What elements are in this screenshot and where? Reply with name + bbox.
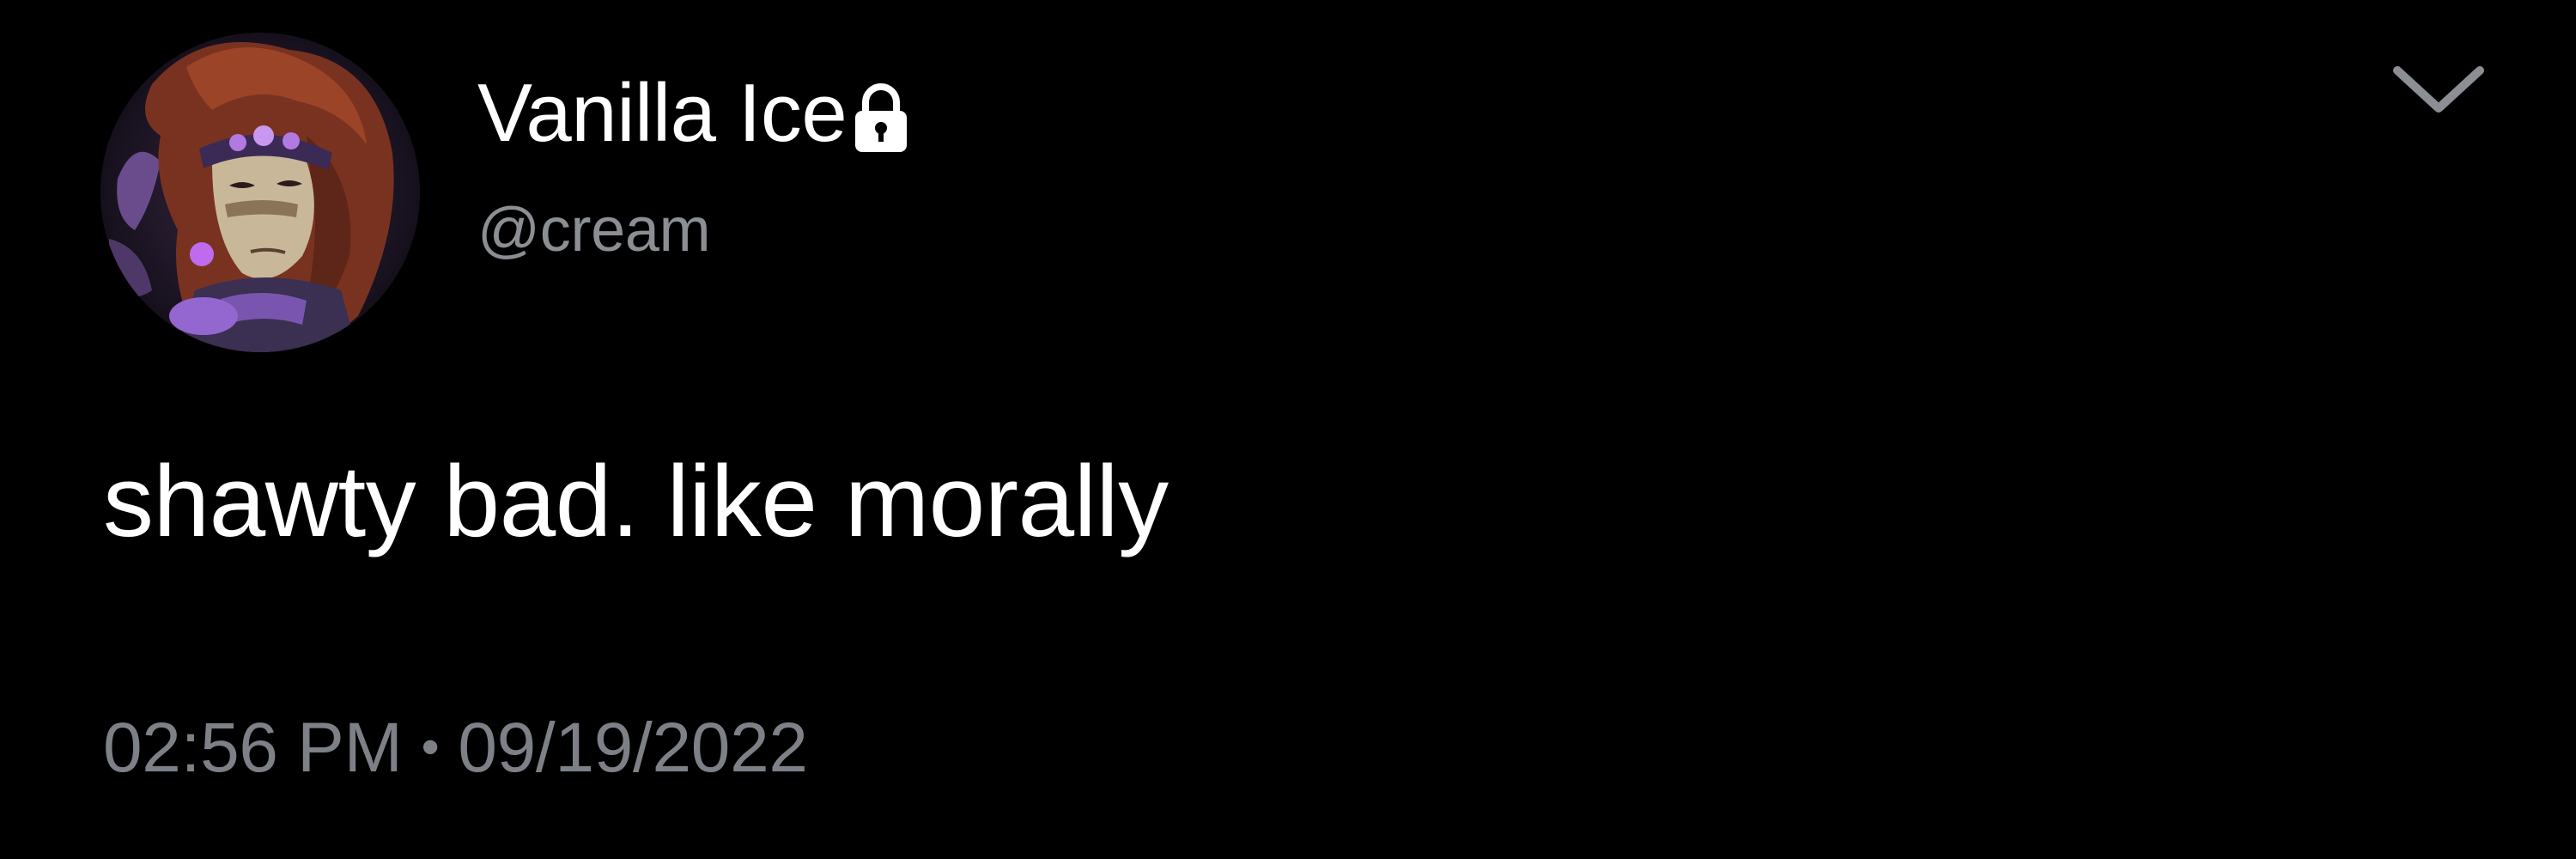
- separator-dot: •: [421, 718, 440, 776]
- tweet-text: shawty bad. like morally: [103, 445, 1169, 558]
- tweet-time: 02:56 PM: [103, 709, 403, 787]
- avatar-image: [100, 33, 420, 352]
- chevron-down-icon[interactable]: [2387, 57, 2490, 125]
- author-name-row[interactable]: Vanilla Ice: [477, 53, 912, 174]
- author-handle[interactable]: @cream: [477, 199, 711, 261]
- avatar[interactable]: [100, 33, 420, 352]
- tweet-date: 09/19/2022: [458, 709, 808, 787]
- display-name[interactable]: Vanilla Ice: [477, 72, 848, 155]
- tweet-timestamp[interactable]: 02:56 PM • 09/19/2022: [103, 713, 808, 783]
- tweet-card: Vanilla Ice @cream shawty bad. like mora…: [0, 0, 2576, 859]
- lock-icon: [850, 80, 912, 155]
